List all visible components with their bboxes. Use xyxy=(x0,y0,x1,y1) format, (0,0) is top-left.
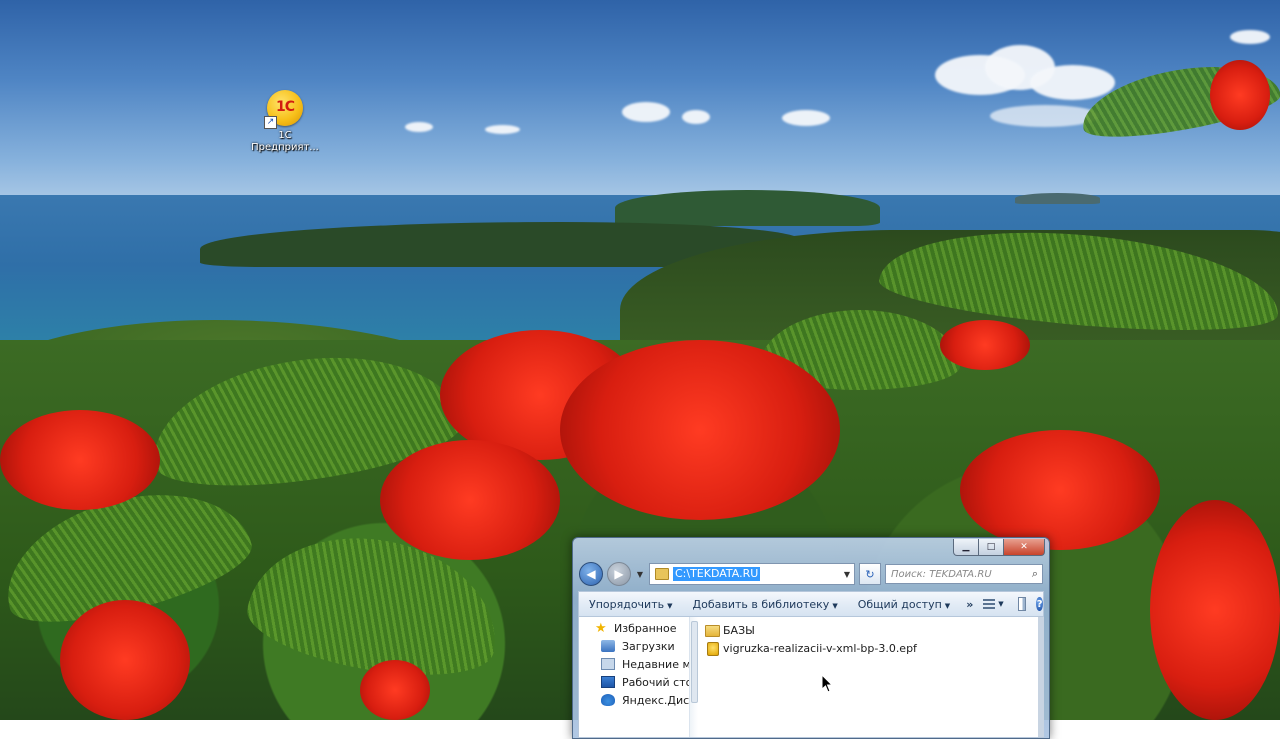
recent-pages-dropdown[interactable]: ▼ xyxy=(635,570,645,579)
preview-pane-icon[interactable] xyxy=(1017,597,1027,611)
pane-splitter[interactable] xyxy=(689,617,698,737)
file-name: vigruzka-realizacii-v-xml-bp-3.0.epf xyxy=(723,642,917,655)
flower-cluster xyxy=(560,340,840,520)
flower-cluster xyxy=(1150,500,1280,720)
scrollbar-thumb[interactable] xyxy=(691,621,698,703)
search-placeholder: Поиск: TEKDATA.RU xyxy=(891,568,992,580)
island xyxy=(615,190,880,226)
address-dropdown-icon[interactable]: ▼ xyxy=(844,570,850,579)
back-button[interactable]: ◀ xyxy=(579,562,603,586)
command-bar: Упорядочить ▼ Добавить в библиотеку ▼ Общи… xyxy=(578,591,1044,617)
explorer-window[interactable]: ▁ □ ✕ ◀ ▶ ▼ C:\TEKDATA.RU ▼ ↻ Поиск: TEK… xyxy=(572,537,1050,739)
shortcut-arrow-icon: ↗ xyxy=(264,116,277,129)
flower-cluster xyxy=(380,440,560,560)
organize-button[interactable]: Упорядочить ▼ xyxy=(579,598,683,611)
navigation-pane: ★ Избранное Загрузки Недавние мест Рабоч… xyxy=(579,617,689,737)
view-icon xyxy=(983,599,996,609)
flower-cluster xyxy=(0,410,160,510)
cloud xyxy=(1230,30,1270,44)
forward-button[interactable]: ▶ xyxy=(607,562,631,586)
island xyxy=(1015,193,1100,204)
maximize-button[interactable]: □ xyxy=(979,539,1004,556)
share-button[interactable]: Общий доступ ▼ xyxy=(848,598,960,611)
flower-cluster xyxy=(360,660,430,720)
add-to-library-button[interactable]: Добавить в библиотеку ▼ xyxy=(683,598,848,611)
nav-item-downloads[interactable]: Загрузки xyxy=(579,637,689,655)
nav-item-label: Недавние мест xyxy=(622,657,689,671)
file-item-folder[interactable]: БАЗЫ xyxy=(705,622,1043,639)
search-icon[interactable]: ⌕ xyxy=(1032,567,1038,581)
sky xyxy=(0,0,1280,200)
address-bar[interactable]: C:\TEKDATA.RU ▼ xyxy=(649,563,855,585)
nav-item-yandex-disk[interactable]: Яндекс.Диск xyxy=(579,691,689,709)
cloud xyxy=(485,125,520,134)
nav-item-label: Яндекс.Диск xyxy=(622,693,689,707)
address-path[interactable]: C:\TEKDATA.RU xyxy=(673,567,761,581)
chevron-down-icon: ▼ xyxy=(832,601,838,610)
desktop-icon-label-line: Предприят... xyxy=(251,142,319,153)
favorites-label: Избранное xyxy=(614,621,677,635)
caption-buttons: ▁ □ ✕ xyxy=(953,539,1045,556)
chevron-down-icon: ▼ xyxy=(667,601,673,610)
flower-cluster xyxy=(1210,60,1270,130)
organize-label: Упорядочить xyxy=(589,597,665,611)
add-to-library-label: Добавить в библиотеку xyxy=(692,597,830,611)
desktop-icon-1c[interactable]: ↗ 1СПредприят... xyxy=(250,90,320,154)
window-edge xyxy=(1038,617,1044,737)
nav-item-label: Загрузки xyxy=(622,639,675,653)
help-icon[interactable]: ? xyxy=(1036,597,1043,611)
desktop-icon-label: 1С Предприят... xyxy=(250,130,320,154)
refresh-button[interactable]: ↻ xyxy=(859,563,881,585)
desktop-icon-label-line: 1С xyxy=(278,130,292,141)
yandex-disk-icon xyxy=(601,694,615,706)
share-label: Общий доступ xyxy=(857,597,942,611)
navigation-row: ◀ ▶ ▼ C:\TEKDATA.RU ▼ ↻ Поиск: TEKDATA.R… xyxy=(579,562,1043,586)
cloud xyxy=(682,110,710,124)
file-name: БАЗЫ xyxy=(723,624,755,637)
nav-item-label: Рабочий стол xyxy=(622,675,689,689)
more-commands-button[interactable]: » xyxy=(960,598,979,611)
epf-file-icon xyxy=(707,641,719,656)
flower-cluster xyxy=(940,320,1030,370)
cloud xyxy=(1030,65,1115,100)
flower-cluster xyxy=(60,600,190,720)
chevron-down-icon: ▼ xyxy=(998,600,1004,608)
desktop-icon xyxy=(601,676,615,688)
change-view-button[interactable]: ▼ xyxy=(979,599,1007,609)
favorites-item[interactable]: ★ Избранное xyxy=(579,619,689,637)
chevron-down-icon: ▼ xyxy=(944,601,951,610)
file-item-epf[interactable]: vigruzka-realizacii-v-xml-bp-3.0.epf xyxy=(705,640,1043,657)
close-button[interactable]: ✕ xyxy=(1004,539,1045,556)
folder-icon xyxy=(705,624,720,637)
cloud xyxy=(405,122,433,132)
cloud xyxy=(622,102,670,122)
cloud xyxy=(782,110,830,126)
recent-places-icon xyxy=(601,658,615,670)
nav-item-recent-places[interactable]: Недавние мест xyxy=(579,655,689,673)
minimize-button[interactable]: ▁ xyxy=(953,539,979,556)
folder-icon xyxy=(655,568,669,580)
nav-item-desktop[interactable]: Рабочий стол xyxy=(579,673,689,691)
downloads-icon xyxy=(601,640,615,652)
file-list: БАЗЫ vigruzka-realizacii-v-xml-bp-3.0.ep… xyxy=(705,617,1043,737)
star-icon: ★ xyxy=(595,620,607,636)
flower-cluster xyxy=(960,430,1160,550)
search-input[interactable]: Поиск: TEKDATA.RU ⌕ xyxy=(885,564,1043,584)
